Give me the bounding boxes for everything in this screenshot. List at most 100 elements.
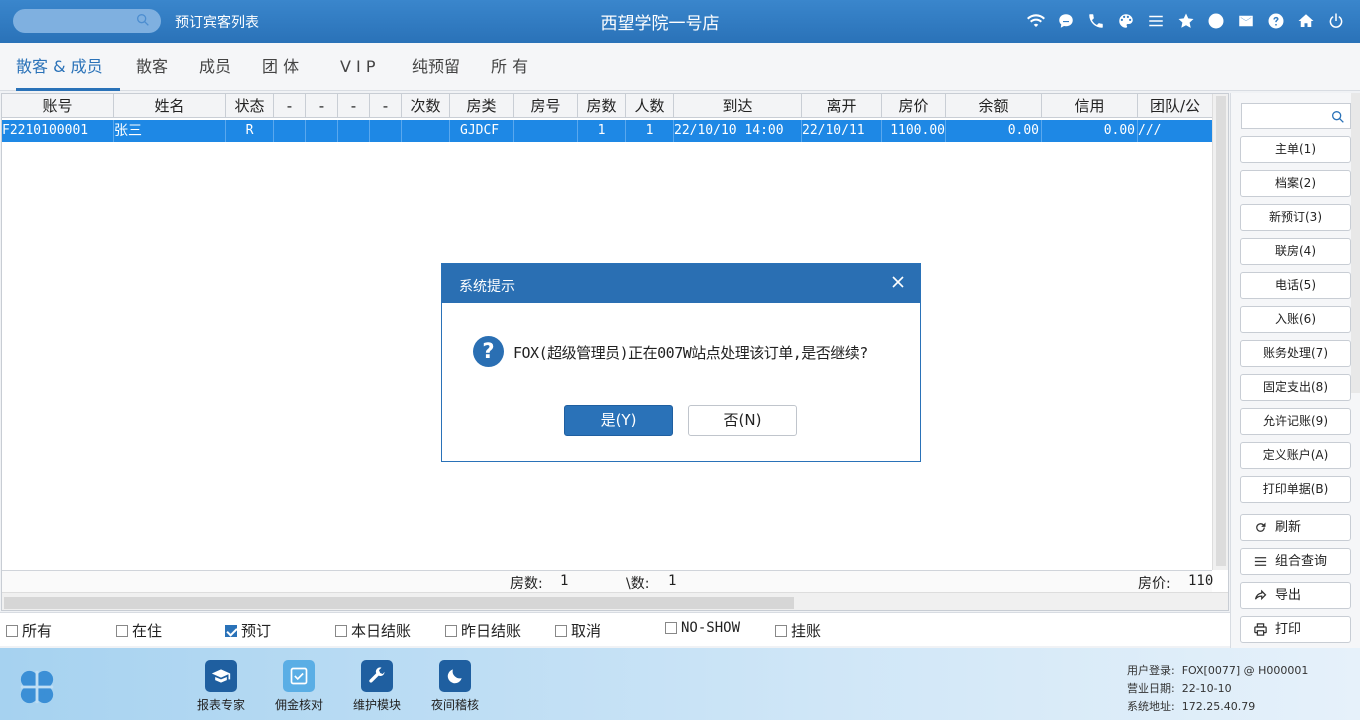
- printer-icon: [1254, 623, 1267, 636]
- cell-blank-3: [338, 120, 370, 142]
- checkbox[interactable]: [6, 624, 18, 637]
- filter-on-account[interactable]: 挂账: [775, 620, 821, 641]
- cell-status: R: [226, 120, 274, 142]
- col-group[interactable]: 团队/公: [1138, 94, 1212, 118]
- wifi-icon[interactable]: [1026, 10, 1046, 32]
- filter-checkout-today[interactable]: 本日结账: [335, 620, 411, 641]
- maintenance-button[interactable]: 维护模块: [342, 660, 412, 713]
- col-departure[interactable]: 离开: [802, 94, 882, 118]
- no-button[interactable]: 否(N): [688, 405, 797, 436]
- summary-rooms-label: 房数:: [510, 576, 543, 592]
- commission-check-button[interactable]: 佣金核对: [264, 660, 334, 713]
- status-filters: 所有 在住 预订 本日结账 昨日结账 取消 NO-SHOW 挂账: [0, 612, 1230, 646]
- col-arrival[interactable]: 到达: [674, 94, 802, 118]
- close-icon[interactable]: [890, 274, 906, 290]
- tab-member[interactable]: 成员: [199, 43, 231, 91]
- tab-group[interactable]: 团 体: [262, 43, 299, 91]
- allow-charge-button[interactable]: 允许记账(9): [1240, 408, 1351, 435]
- col-room-type[interactable]: 房类: [450, 94, 514, 118]
- chat-icon[interactable]: [1056, 10, 1076, 32]
- col-people[interactable]: 人数: [626, 94, 674, 118]
- checkbox[interactable]: [335, 624, 347, 637]
- checkbox-checked[interactable]: [225, 624, 237, 637]
- checkbox[interactable]: [665, 622, 677, 634]
- col-blank-4[interactable]: -: [370, 94, 402, 118]
- billing-button[interactable]: 账务处理(7): [1240, 340, 1351, 367]
- grid-header: 账号 姓名 状态 - - - - 次数 房类 房号 房数 人数 到达 离开 房价…: [2, 94, 1212, 118]
- cell-blank-4: [370, 120, 402, 142]
- home-icon[interactable]: [1296, 10, 1316, 32]
- tab-all[interactable]: 所 有: [491, 43, 528, 91]
- tab-reserve-only[interactable]: 纯预留: [412, 43, 460, 91]
- print-button[interactable]: 打印: [1240, 616, 1351, 643]
- summary-people-label: \数:: [626, 576, 650, 592]
- checkbox[interactable]: [116, 624, 128, 637]
- cell-people: 1: [626, 120, 674, 142]
- checkbox[interactable]: [445, 624, 457, 637]
- combined-query-button[interactable]: 组合查询: [1240, 548, 1351, 575]
- col-room-no[interactable]: 房号: [514, 94, 578, 118]
- col-rate[interactable]: 房价: [882, 94, 946, 118]
- horizontal-scroll-thumb[interactable]: [4, 597, 794, 609]
- define-account-button[interactable]: 定义账户(A): [1240, 442, 1351, 469]
- link-rooms-button[interactable]: 联房(4): [1240, 238, 1351, 265]
- list-icon: [1254, 557, 1267, 566]
- main-folio-button[interactable]: 主单(1): [1240, 136, 1351, 163]
- filter-reserved[interactable]: 预订: [225, 620, 271, 641]
- col-credit[interactable]: 信用: [1042, 94, 1138, 118]
- profile-button[interactable]: 档案(2): [1240, 170, 1351, 197]
- filter-in-house[interactable]: 在住: [116, 620, 162, 641]
- export-button[interactable]: 导出: [1240, 582, 1351, 609]
- col-status[interactable]: 状态: [226, 94, 274, 118]
- power-icon[interactable]: [1326, 10, 1346, 32]
- mail-icon[interactable]: [1236, 10, 1256, 32]
- filter-no-show[interactable]: NO-SHOW: [665, 620, 740, 636]
- new-reservation-button[interactable]: 新预订(3): [1240, 204, 1351, 231]
- cell-room-no: [514, 120, 578, 142]
- checkbox[interactable]: [775, 624, 787, 637]
- col-balance[interactable]: 余额: [946, 94, 1042, 118]
- help-icon[interactable]: [1266, 10, 1286, 32]
- star-icon[interactable]: [1176, 10, 1196, 32]
- cell-room-type: GJDCF: [450, 120, 514, 142]
- filter-all[interactable]: 所有: [6, 620, 52, 641]
- night-audit-button[interactable]: 夜间稽核: [420, 660, 490, 713]
- tab-guest-and-member[interactable]: 散客 & 成员: [16, 43, 120, 91]
- yes-button[interactable]: 是(Y): [564, 405, 673, 436]
- report-expert-button[interactable]: 报表专家: [186, 660, 256, 713]
- phone-button[interactable]: 电话(5): [1240, 272, 1351, 299]
- cell-times: [402, 120, 450, 142]
- table-row[interactable]: F2210100001 张三 R GJDCF 1 1 22/10/10 14:0…: [2, 120, 1212, 142]
- check-box-icon: [283, 660, 315, 692]
- checkbox[interactable]: [555, 624, 567, 637]
- side-scrollbar[interactable]: [1351, 93, 1360, 393]
- title-bar: 预订宾客列表 西望学院一号店: [0, 0, 1360, 43]
- tab-vip[interactable]: V I P: [340, 43, 375, 91]
- horizontal-scrollbar[interactable]: [2, 592, 1228, 610]
- palette-icon[interactable]: [1116, 10, 1136, 32]
- filter-cancelled[interactable]: 取消: [555, 620, 601, 641]
- col-room-count[interactable]: 房数: [578, 94, 626, 118]
- menu-icon[interactable]: [1146, 10, 1166, 32]
- fixed-charge-button[interactable]: 固定支出(8): [1240, 374, 1351, 401]
- phone-icon[interactable]: [1086, 10, 1106, 32]
- search-icon[interactable]: [1330, 109, 1346, 125]
- contrast-icon[interactable]: [1206, 10, 1226, 32]
- summary-rooms-value: 1: [560, 573, 569, 589]
- vertical-scrollbar[interactable]: [1212, 94, 1228, 570]
- refresh-button[interactable]: 刷新: [1240, 514, 1351, 541]
- col-name[interactable]: 姓名: [114, 94, 226, 118]
- cell-name: 张三: [114, 120, 226, 142]
- col-times[interactable]: 次数: [402, 94, 450, 118]
- col-blank-2[interactable]: -: [306, 94, 338, 118]
- print-document-button[interactable]: 打印单据(B): [1240, 476, 1351, 503]
- side-search-input[interactable]: [1241, 103, 1351, 129]
- post-charge-button[interactable]: 入账(6): [1240, 306, 1351, 333]
- summary-people-value: 1: [668, 573, 677, 589]
- col-blank-1[interactable]: -: [274, 94, 306, 118]
- col-account[interactable]: 账号: [2, 94, 114, 118]
- col-blank-3[interactable]: -: [338, 94, 370, 118]
- filter-checkout-yesterday[interactable]: 昨日结账: [445, 620, 521, 641]
- tab-walkin[interactable]: 散客: [136, 43, 168, 91]
- vertical-scroll-thumb[interactable]: [1216, 96, 1226, 566]
